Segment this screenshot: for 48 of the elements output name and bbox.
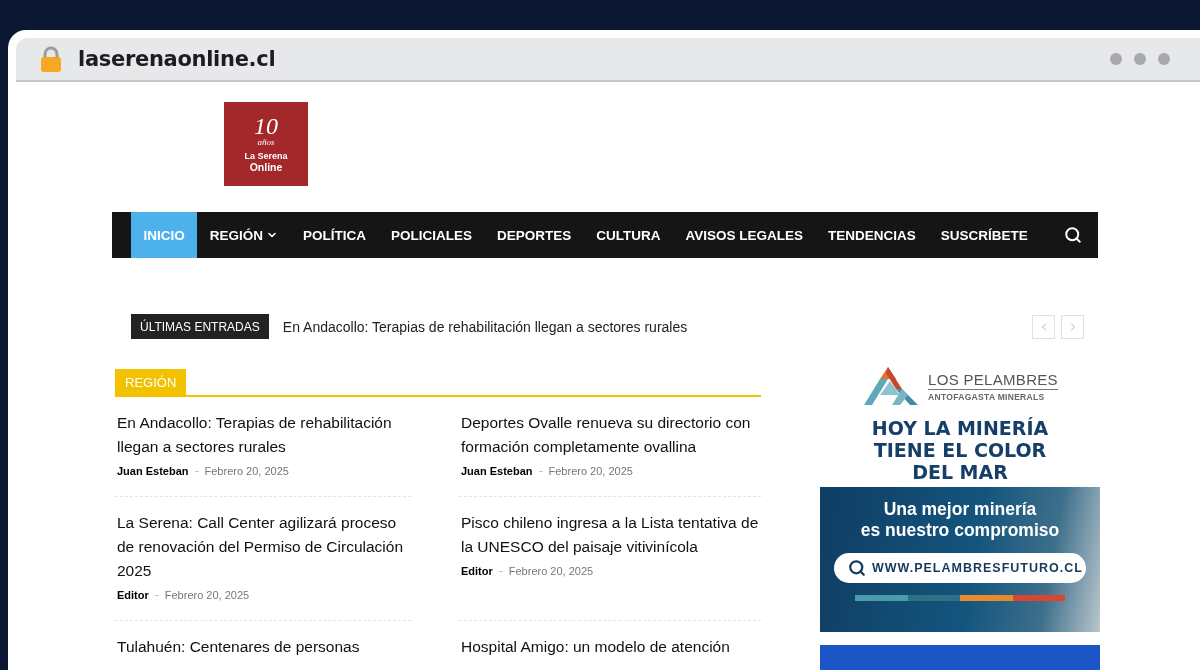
article-author[interactable]: Editor (461, 565, 493, 577)
previous-button[interactable] (1032, 314, 1055, 339)
nav-item[interactable]: CULTURA (583, 212, 674, 258)
lock-icon (40, 45, 62, 73)
article-date: Febrero 20, 2025 (508, 565, 594, 577)
article-title[interactable]: Tulahuén: Centenares de personas (117, 635, 411, 659)
url-text[interactable]: laserenaonline.cl (78, 47, 276, 71)
window-dot-icon (1110, 53, 1122, 65)
logo-wordmark: La Serena (244, 151, 288, 162)
window-dot-icon (1134, 53, 1146, 65)
ad-photo-banner[interactable]: Una mejor minería es nuestro compromiso WWW.PELAMBRESFUTURO.CL (820, 487, 1100, 632)
article-author[interactable]: Juan Esteban (117, 465, 189, 477)
nav-item[interactable]: REGIÓN (197, 212, 291, 258)
ad-tagline: es nuestro compromiso (860, 520, 1060, 541)
ad-headline: TIENE EL COLOR (873, 439, 1047, 461)
article-date: Febrero 20, 2025 (164, 589, 250, 601)
ad-url-text: WWW.PELAMBRESFUTURO.CL (872, 561, 1083, 575)
search-icon (848, 559, 866, 577)
logo-script-text: años (257, 137, 275, 147)
article-title[interactable]: En Andacollo: Terapias de rehabilitación llegan a sectores rurales (117, 411, 411, 459)
ad-tagline: Una mejor minería (883, 499, 1037, 520)
nav-item[interactable]: AVISOS LEGALES (673, 212, 816, 258)
nav-item[interactable]: DEPORTES (484, 212, 584, 258)
article-title[interactable]: Pisco chileno ingresa a la Lista tentativa de la UNESCO del paisaje vitivinícola (461, 511, 761, 559)
article-author[interactable]: Juan Esteban (461, 465, 533, 477)
article-title[interactable]: La Serena: Call Center agilizará proceso de renovación del Permiso de Circulación 2025 (117, 511, 411, 583)
site-logo[interactable]: 10 años La Serena Online (224, 102, 308, 186)
ticker-headline[interactable]: En Andacollo: Terapias de rehabilitación llegan a sectores rurales (282, 318, 688, 335)
ticker-label: ÚLTIMAS ENTRADAS (131, 314, 269, 339)
logo-wordmark: Online (249, 162, 283, 173)
article-title[interactable]: Deportes Ovalle renueva su directorio con formación completamente ovallina (461, 411, 761, 459)
window-dot-icon (1158, 53, 1170, 65)
article-date: Febrero 20, 2025 (204, 465, 289, 477)
ad-brand-name: LOS PELAMBRES (928, 370, 1058, 390)
ad-headline: DEL MAR (912, 461, 1008, 483)
search-icon[interactable] (1064, 226, 1082, 244)
next-button[interactable] (1061, 314, 1084, 339)
article-title[interactable]: Hospital Amigo: un modelo de atención (461, 635, 761, 659)
mountain-logo-icon (862, 365, 921, 407)
article-date: Febrero 20, 2025 (548, 465, 633, 477)
article-author[interactable]: Editor (117, 589, 149, 601)
nav-item[interactable]: POLICIALES (378, 212, 485, 258)
nav-item[interactable]: SUSCRÍBETE (928, 212, 1041, 258)
ad-headline: HOY LA MINERÍA (871, 417, 1049, 439)
nav-item[interactable]: TENDENCIAS (815, 212, 929, 258)
ad-brand-subtitle: ANTOFAGASTA MINERALS (928, 391, 1046, 402)
nav-item[interactable]: POLÍTICA (290, 212, 379, 258)
logo-number: 10 (254, 115, 278, 137)
